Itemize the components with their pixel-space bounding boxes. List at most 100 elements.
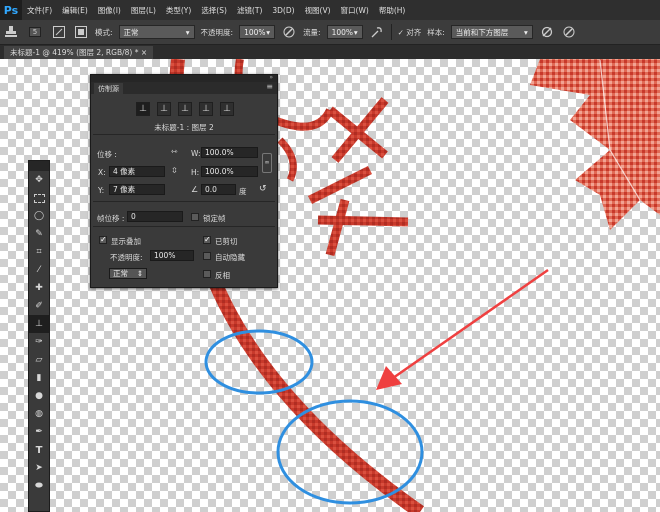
flip-horizontal-icon[interactable]: ⇿ — [171, 147, 178, 156]
tools-panel-grip[interactable] — [29, 161, 49, 171]
options-bar: 5 模式: 正常 ▾ 不透明度: 100% ▾ 流量: 100% ▾ ✓ 对齐 样本:… — [0, 20, 660, 45]
offset-label: 位移 : — [97, 150, 117, 159]
panel-collapse-icon[interactable]: » — [269, 74, 273, 81]
move-icon[interactable]: ✥ — [29, 171, 49, 189]
chevron-down-icon: ▾ — [266, 27, 271, 37]
airbrush-icon[interactable] — [369, 24, 385, 40]
history-brush-icon[interactable]: ✑ — [29, 333, 49, 351]
annotation-arrow-line — [392, 268, 549, 380]
y-label-text: Y: — [98, 186, 105, 195]
panel-menu-icon[interactable]: ≡ — [266, 82, 273, 91]
angle-unit-label: 度 — [239, 187, 247, 196]
red-leaf-shape — [530, 59, 660, 230]
show-overlay-label: 显示叠加 — [111, 237, 141, 246]
menu-bar: Ps 文件(F) 编辑(E) 图像(I) 图层(L) 类型(Y) 选择(S) 滤… — [0, 0, 660, 20]
lasso-icon[interactable]: ◯ — [29, 207, 49, 225]
clone-source-panel-toggle-icon[interactable] — [73, 24, 89, 40]
clone-source-3-button[interactable]: ⊥ — [178, 102, 192, 116]
flip-vertical-icon[interactable]: ⇳ — [171, 166, 178, 175]
menu-select[interactable]: 选择(S) — [196, 5, 232, 16]
red-cross-stroke-2 — [307, 165, 409, 257]
reset-transform-icon[interactable]: ↺ — [259, 184, 267, 194]
gradient-icon[interactable]: ▮ — [29, 369, 49, 387]
clone-source-5-button[interactable]: ⊥ — [220, 102, 234, 116]
divider — [93, 134, 275, 135]
panel-title-bar[interactable]: » — [91, 74, 277, 82]
opacity-input[interactable]: 100% ▾ — [239, 25, 276, 39]
crop-icon[interactable]: ⌗ — [29, 243, 49, 261]
brush-icon[interactable]: ✐ — [29, 297, 49, 315]
link-icon[interactable]: ∞ — [262, 153, 272, 173]
clipped-checkbox[interactable]: ✓ — [203, 236, 211, 244]
pen-icon[interactable]: ✒ — [29, 423, 49, 441]
clone-stamp-icon[interactable]: ⊥ — [29, 315, 49, 333]
x-label: X: — [98, 168, 106, 177]
eyedropper-icon[interactable]: ⁄ — [29, 261, 49, 279]
flow-label: 流量: — [303, 27, 321, 37]
mode-label: 模式: — [95, 27, 113, 37]
pressure-size-icon[interactable] — [561, 24, 577, 40]
aligned-checkbox[interactable]: ✓ 对齐 — [398, 27, 422, 38]
marquee-icon[interactable] — [29, 189, 49, 207]
overlay-blend-mode-select[interactable]: 正常 ⇕ — [109, 268, 147, 279]
invert-label: 反相 — [215, 271, 230, 280]
menu-help[interactable]: 帮助(H) — [374, 5, 411, 16]
clone-source-4-button[interactable]: ⊥ — [199, 102, 213, 116]
type-icon[interactable]: T — [29, 441, 49, 459]
red-cross-stroke — [327, 97, 389, 163]
lock-frame-checkbox[interactable] — [191, 213, 199, 221]
menu-filter[interactable]: 滤镜(T) — [232, 5, 267, 16]
width-input[interactable]: 100.0% — [201, 147, 258, 158]
y-offset-input[interactable]: 7 像素 — [109, 184, 165, 195]
clone-source-name: 未标题-1 : 图层 2 — [154, 123, 214, 132]
clone-source-1-button[interactable]: ⊥ — [136, 102, 150, 116]
menu-view[interactable]: 视图(V) — [300, 5, 336, 16]
angle-icon: ∠ — [191, 185, 199, 194]
shape-icon[interactable]: ⬬ — [29, 477, 49, 495]
menu-type[interactable]: 类型(Y) — [161, 5, 196, 16]
document-tab[interactable]: 未标题-1 @ 419% (图层 2, RGB/8) * × — [4, 46, 154, 59]
sample-label: 样本: — [427, 27, 445, 37]
chevron-down-icon: ▾ — [185, 27, 190, 37]
frame-offset-input[interactable]: 0 — [127, 211, 183, 222]
photoshop-logo: Ps — [0, 0, 22, 20]
menu-image[interactable]: 图像(I) — [93, 5, 126, 16]
blur-icon[interactable]: ● — [29, 387, 49, 405]
pressure-opacity-icon[interactable] — [281, 24, 297, 40]
quick-select-icon[interactable]: ✎ — [29, 225, 49, 243]
flow-value: 100% — [331, 27, 354, 37]
show-overlay-checkbox[interactable]: ✓ — [99, 236, 107, 244]
menu-3d[interactable]: 3D(D) — [267, 6, 299, 15]
x-offset-input[interactable]: 4 像素 — [109, 166, 165, 177]
menu-file[interactable]: 文件(F) — [22, 5, 57, 16]
overlay-opacity-input[interactable]: 100% — [150, 250, 194, 261]
clone-stamp-tool-preset-icon[interactable] — [3, 24, 19, 40]
divider — [93, 201, 275, 202]
annotation-arrow-head — [376, 366, 402, 390]
path-select-icon[interactable]: ➤ — [29, 459, 49, 477]
mode-select[interactable]: 正常 ▾ — [118, 25, 195, 39]
ignore-adjustment-layers-icon[interactable] — [539, 24, 555, 40]
clone-source-2-button[interactable]: ⊥ — [157, 102, 171, 116]
aligned-label: 对齐 — [406, 27, 422, 37]
brush-size-picker[interactable]: 5 — [25, 24, 45, 40]
frame-offset-label: 帧位移 : — [97, 214, 125, 223]
sample-select[interactable]: 当前和下方图层 ▾ — [450, 25, 533, 39]
tools-panel: ✥ ◯ ✎ ⌗ ⁄ ✚ ✐ ⊥ ✑ ▱ ▮ ● ◍ ✒ T ➤ ⬬ — [28, 160, 50, 512]
menu-edit[interactable]: 编辑(E) — [57, 5, 93, 16]
angle-input[interactable]: 0.0 — [201, 184, 236, 195]
opacity-value: 100% — [244, 27, 266, 37]
height-input[interactable]: 100.0% — [201, 166, 258, 177]
auto-hide-checkbox[interactable] — [203, 252, 211, 260]
invert-checkbox[interactable] — [203, 270, 211, 278]
dodge-icon[interactable]: ◍ — [29, 405, 49, 423]
document-tab-bar: 未标题-1 @ 419% (图层 2, RGB/8) * × — [0, 45, 660, 59]
menu-layer[interactable]: 图层(L) — [126, 5, 161, 16]
healing-icon[interactable]: ✚ — [29, 279, 49, 297]
brush-panel-toggle-icon[interactable] — [51, 24, 67, 40]
menu-window[interactable]: 窗口(W) — [336, 5, 374, 16]
flow-input[interactable]: 100% ▾ — [326, 25, 363, 39]
chevron-up-down-icon: ⇕ — [136, 269, 143, 278]
eraser-icon[interactable]: ▱ — [29, 351, 49, 369]
tab-clone-source[interactable]: 仿制源 — [94, 83, 123, 94]
